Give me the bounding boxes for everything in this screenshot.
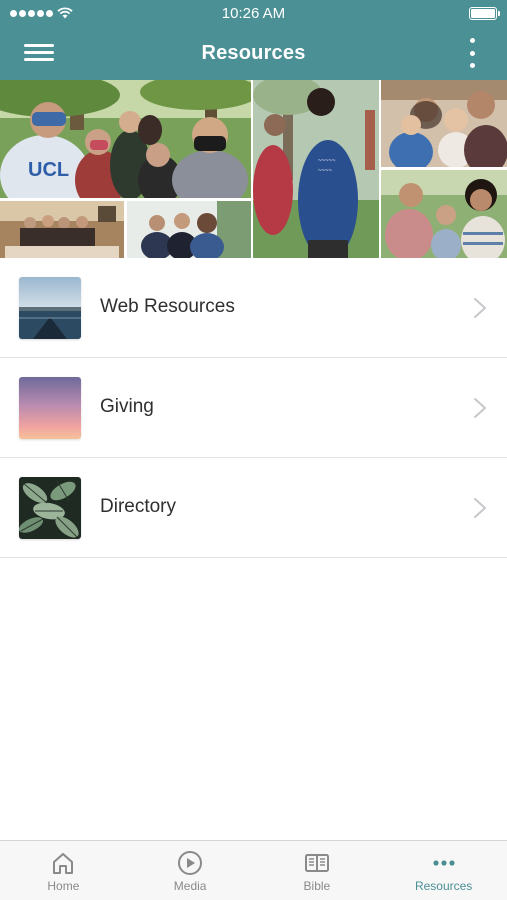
- page-title: Resources: [201, 41, 306, 64]
- house-icon: [53, 853, 74, 874]
- tab-label: Resources: [414, 879, 473, 893]
- tab-home[interactable]: Home: [0, 841, 127, 900]
- list-item-label: Directory: [100, 496, 177, 517]
- family-photo-bottom: [381, 170, 507, 258]
- group-park-photo: UCL: [0, 80, 251, 198]
- chevron-right-icon: [474, 498, 486, 518]
- tab-resources[interactable]: Resources: [380, 841, 507, 900]
- svg-text:~~~~~: ~~~~~: [318, 158, 336, 164]
- photo-collage-banner: UCL ~~~~~ ~~~~: [0, 80, 507, 258]
- svg-text:UCL: UCL: [28, 159, 69, 181]
- group-friends-photo: [127, 201, 251, 258]
- navigation-bar: Resources: [0, 26, 507, 80]
- list-item-label: Giving: [100, 396, 154, 417]
- group-indoor-photo: [0, 201, 124, 258]
- status-time: 10:26 AM: [221, 4, 286, 22]
- bottom-tab-bar: Home Media Bible Resources: [0, 840, 507, 900]
- list-item-directory[interactable]: Directory: [0, 458, 507, 558]
- family-photo-top: [381, 80, 507, 167]
- vertical-more-icon[interactable]: [467, 38, 477, 68]
- tab-bible[interactable]: Bible: [254, 841, 381, 900]
- open-book-icon: [304, 854, 329, 872]
- battery-icon: [469, 6, 500, 20]
- tab-label: Home: [47, 879, 80, 893]
- more-dots-icon: [433, 860, 455, 866]
- tab-label: Bible: [303, 879, 331, 893]
- chevron-right-icon: [474, 398, 486, 418]
- list-item-web-resources[interactable]: Web Resources: [0, 258, 507, 358]
- sunset-sky-thumbnail: [19, 377, 81, 439]
- list-item-label: Web Resources: [100, 296, 235, 317]
- leaves-thumbnail: [19, 477, 81, 539]
- tab-label: Media: [173, 879, 207, 893]
- lake-boat-thumbnail: [19, 277, 81, 339]
- play-circle-icon: [178, 851, 203, 875]
- list-item-giving[interactable]: Giving: [0, 358, 507, 458]
- outdoor-event-photo: ~~~~~ ~~~~: [253, 80, 379, 258]
- status-bar: 10:26 AM: [0, 0, 507, 26]
- hamburger-menu-icon[interactable]: [24, 40, 54, 66]
- tab-media[interactable]: Media: [127, 841, 254, 900]
- svg-text:~~~~: ~~~~: [318, 168, 333, 174]
- chevron-right-icon: [474, 298, 486, 318]
- resources-list: Web Resources Giving Directory: [0, 258, 507, 558]
